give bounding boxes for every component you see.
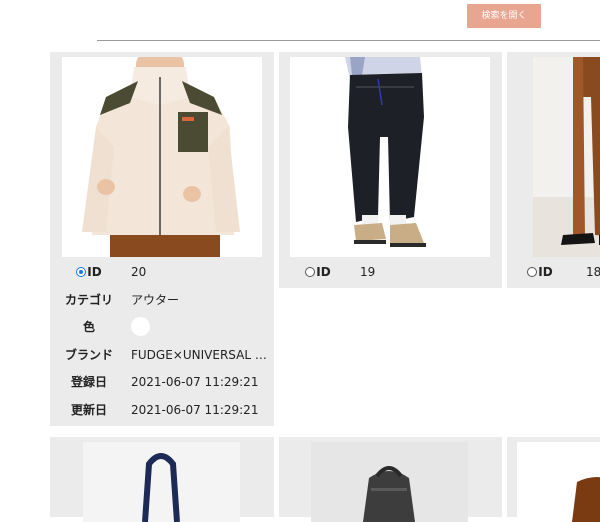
id-label[interactable]: ID [54, 259, 124, 285]
item-card[interactable] [507, 437, 600, 522]
radio-selected-icon[interactable] [76, 267, 87, 277]
brand-value: FUDGE×UNIVERSAL OVERALL [131, 348, 271, 362]
id-value: 20 [131, 265, 147, 279]
radio-unselected-icon[interactable] [305, 267, 316, 277]
open-search-button[interactable]: 検索を開く [467, 4, 541, 28]
item-image-brown-bag[interactable] [517, 442, 600, 522]
id-value: 18 [586, 265, 600, 279]
registered-label: 登録日 [70, 375, 107, 389]
item-image-brown-pants[interactable] [533, 57, 600, 257]
id-value: 19 [360, 265, 376, 279]
category-label: カテゴリ [64, 293, 113, 307]
category-value: アウター [131, 293, 180, 307]
item-card[interactable]: ID 19 [279, 52, 502, 288]
header-divider [97, 40, 600, 41]
updated-value: 2021-06-07 11:29:21 [131, 403, 259, 417]
id-label[interactable]: ID [505, 259, 575, 285]
item-card[interactable]: ID 18 [507, 52, 600, 288]
brand-label: ブランド [64, 348, 113, 362]
item-image-tote-bag[interactable] [83, 442, 240, 522]
id-label[interactable]: ID [283, 259, 353, 285]
item-card[interactable] [279, 437, 502, 522]
color-label: 色 [82, 320, 95, 334]
registered-value: 2021-06-07 11:29:21 [131, 375, 259, 389]
item-image-backpack[interactable] [311, 442, 468, 522]
color-swatch [131, 316, 150, 336]
item-card[interactable] [50, 437, 274, 522]
item-image-black-pants[interactable] [290, 57, 490, 257]
item-image-fleece-jacket[interactable] [62, 57, 262, 257]
radio-unselected-icon[interactable] [527, 267, 538, 277]
item-card[interactable]: ID 20 カテゴリ アウター 色 ブランド FUDGE×UNIVERSAL O… [50, 52, 274, 426]
updated-label: 更新日 [70, 403, 107, 417]
